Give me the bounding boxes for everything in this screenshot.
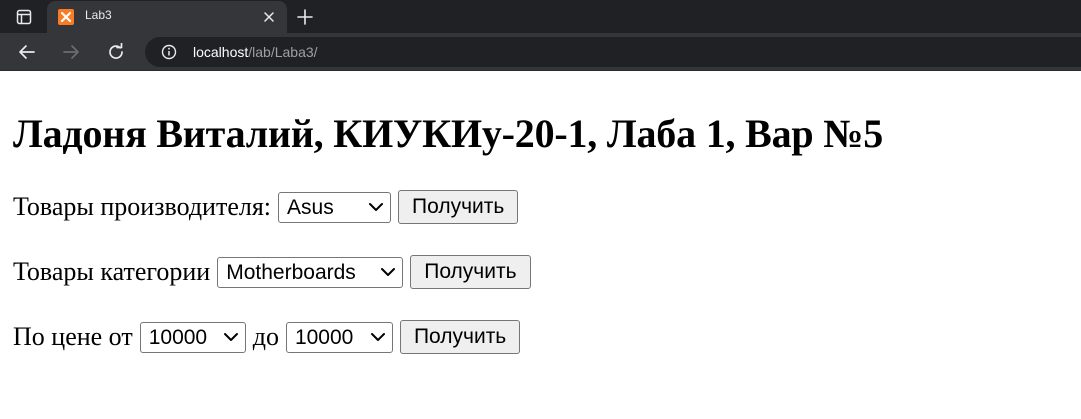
browser-tab-bar: Lab3 (0, 0, 1081, 33)
manufacturer-select-value: Asus (287, 195, 334, 219)
url-host: localhost (193, 44, 249, 60)
price-to-label: до (252, 322, 279, 351)
category-select-value: Motherboards (226, 260, 356, 284)
chevron-down-icon (369, 202, 384, 211)
manufacturer-label: Товары производителя: (13, 192, 272, 221)
category-select[interactable]: Motherboards (217, 256, 404, 288)
page-heading: Ладоня Виталий, КИУКИу-20-1, Лаба 1, Вар… (13, 111, 884, 156)
xampp-logo-icon (58, 9, 74, 25)
chevron-down-icon (370, 332, 385, 341)
address-bar[interactable]: localhost/lab/Laba3/ (145, 37, 1081, 67)
price-form: По цене от 10000 до 10000 Получить (13, 320, 521, 354)
price-to-select[interactable]: 10000 (285, 321, 393, 353)
chevron-down-icon (223, 332, 238, 341)
category-form: Товары категории Motherboards Получить (13, 255, 531, 289)
back-arrow-icon[interactable] (15, 40, 39, 64)
browser-toolbar: localhost/lab/Laba3/ (0, 33, 1081, 71)
site-info-icon[interactable] (161, 44, 177, 60)
tab-title: Lab3 (85, 8, 112, 22)
reload-icon[interactable] (104, 40, 128, 64)
tab-search-icon[interactable] (12, 8, 36, 26)
price-from-select[interactable]: 10000 (139, 321, 246, 353)
tab-lab3[interactable]: Lab3 (47, 1, 287, 33)
url-text: localhost/lab/Laba3/ (193, 44, 318, 60)
price-to-select-value: 10000 (294, 325, 354, 349)
get-by-manufacturer-button[interactable]: Получить (398, 190, 519, 224)
new-tab-plus-icon[interactable] (295, 7, 315, 27)
manufacturer-select[interactable]: Asus (278, 191, 392, 223)
page-content: Ладоня Виталий, КИУКИу-20-1, Лаба 1, Вар… (0, 72, 1081, 419)
get-by-category-button[interactable]: Получить (410, 255, 531, 289)
close-tab-icon[interactable] (261, 9, 277, 25)
price-from-label: По цене от (13, 322, 133, 351)
url-path: /lab/Laba3/ (248, 44, 318, 60)
chevron-down-icon (381, 267, 396, 276)
forward-arrow-icon[interactable] (59, 40, 83, 64)
get-by-price-button[interactable]: Получить (399, 320, 521, 354)
manufacturer-form: Товары производителя: Asus Получить (13, 190, 519, 224)
price-from-select-value: 10000 (148, 325, 208, 349)
category-label: Товары категории (13, 257, 211, 286)
